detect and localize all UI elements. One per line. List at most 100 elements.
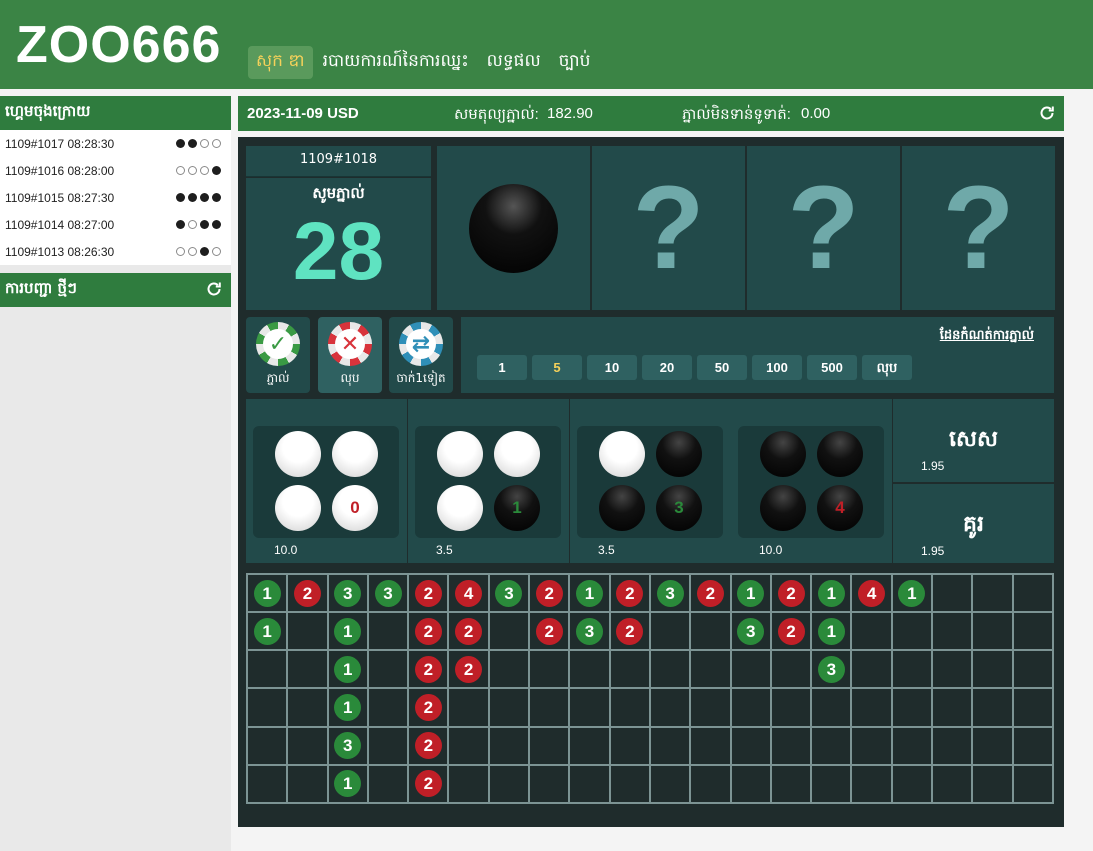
nav-item-rules[interactable]: ច្បាប់ <box>551 46 599 79</box>
unknown-result: ? <box>787 162 860 294</box>
amount-button-50[interactable]: 50 <box>697 355 747 380</box>
option-odds: 10.0 <box>274 543 298 557</box>
road-row: 1122232321 <box>245 611 1055 652</box>
recent-games-header: ហ្គេមចុងក្រោយ <box>0 96 231 130</box>
road-cell: 3 <box>729 611 772 652</box>
recent-game-row[interactable]: 1109#1015 08:27:30 <box>0 184 231 211</box>
road-result-green: 1 <box>576 579 604 607</box>
road-cell: 3 <box>810 649 853 690</box>
recent-game-row[interactable]: 1109#1016 08:28:00 <box>0 157 231 184</box>
road-result-green: 3 <box>737 617 765 645</box>
road-cell: 2 <box>608 572 651 614</box>
recent-games-title: ហ្គេមចុងក្រោយ <box>5 102 91 120</box>
round-id: 1109#1018 <box>246 146 431 177</box>
road-cell <box>689 611 732 652</box>
amount-clear-button[interactable]: លុប <box>862 355 912 380</box>
amount-button-20[interactable]: 20 <box>642 355 692 380</box>
amount-button-100[interactable]: 100 <box>752 355 802 380</box>
road-cell <box>850 649 893 690</box>
result-dots <box>176 193 221 202</box>
nav-item-game[interactable]: សុក ឌា <box>248 45 313 79</box>
road-cell: 3 <box>326 725 369 766</box>
road-cell <box>810 763 853 805</box>
rebet-button[interactable]: ⇄ ចាក់1ទៀត <box>389 317 453 393</box>
road-cell <box>729 687 772 728</box>
road-cell <box>931 763 974 805</box>
road-row: 12332432123212141 <box>245 572 1055 614</box>
result-slot-2: ? <box>592 146 745 310</box>
bet-odd[interactable]: សេស 1.95 <box>893 399 1054 482</box>
bet-option-0-black[interactable]: 0 10.0 <box>246 399 407 563</box>
clear-bet-button[interactable]: ✕ លុប <box>318 317 382 393</box>
road-cell <box>245 763 289 805</box>
recent-game-row[interactable]: 1109#1014 08:27:00 <box>0 211 231 238</box>
sidebar: ហ្គេមចុងក្រោយ 1109#1017 08:28:30 1109#101… <box>0 96 231 851</box>
black-dot <box>212 220 221 229</box>
amount-button-1[interactable]: 1 <box>477 355 527 380</box>
bet-option-3-black[interactable]: 3 3.5 <box>570 399 731 563</box>
ball-set: 4 <box>738 426 884 538</box>
road-row: 32 <box>245 725 1055 766</box>
road-cell <box>487 725 531 766</box>
road-result-green: 3 <box>576 617 604 645</box>
bet-option-4-black[interactable]: 4 10.0 <box>731 399 892 563</box>
road-cell: 3 <box>326 572 369 614</box>
road-cell: 1 <box>326 649 369 690</box>
chip-icon: ✕ <box>328 322 372 366</box>
road-cell <box>245 725 289 766</box>
black-ball: 3 <box>656 485 702 531</box>
road-result-red: 2 <box>535 579 563 607</box>
amount-button-10[interactable]: 10 <box>587 355 637 380</box>
road-row: 12 <box>245 763 1055 805</box>
option-odds: 10.0 <box>759 543 783 557</box>
white-ball <box>437 431 483 477</box>
white-dot <box>188 220 197 229</box>
road-result-green: 3 <box>334 732 362 760</box>
road-cell <box>568 763 611 805</box>
black-ball: 4 <box>817 485 863 531</box>
amount-button-5[interactable]: 5 <box>532 355 582 380</box>
recent-orders-title: ការបញ្ជា ថ្មីៗ <box>5 279 77 297</box>
road-cell <box>568 649 611 690</box>
bet-limit-link[interactable]: ដែនកំណត់ការភ្នាល់ <box>940 327 1034 346</box>
option-odds: 3.5 <box>598 543 615 557</box>
road-cell <box>608 687 651 728</box>
black-dot <box>188 139 197 148</box>
result-dots <box>176 220 221 229</box>
recent-game-row[interactable]: 1109#1013 08:26:30 <box>0 238 231 265</box>
result-dots <box>176 166 221 175</box>
road-cell <box>769 763 813 805</box>
road-result-red: 2 <box>414 617 442 645</box>
repeat-icon: ⇄ <box>406 329 436 359</box>
road-cell <box>608 763 651 805</box>
ball-set: 0 <box>253 426 399 538</box>
white-ball <box>437 485 483 531</box>
bet-option-1-black[interactable]: 1 3.5 <box>408 399 569 563</box>
road-cell: 1 <box>326 687 369 728</box>
road-cell: 2 <box>286 572 329 614</box>
place-bet-button[interactable]: ✓ ភ្នាល់ <box>246 317 310 393</box>
black-dot <box>212 193 221 202</box>
recent-game-id: 1109#1017 08:28:30 <box>5 136 115 151</box>
road-cell <box>769 687 813 728</box>
road-cell <box>971 572 1014 614</box>
amount-button-500[interactable]: 500 <box>807 355 857 380</box>
recent-game-row[interactable]: 1109#1017 08:28:30 <box>0 130 231 157</box>
road-cell <box>850 611 893 652</box>
white-ball: 0 <box>332 485 378 531</box>
refresh-icon[interactable] <box>205 280 223 298</box>
black-dot <box>176 220 185 229</box>
road-cell: 2 <box>608 611 651 652</box>
refresh-icon[interactable] <box>1038 104 1056 122</box>
nav-item-win-report[interactable]: របាយការណ៍នៃការឈ្នះ <box>315 46 477 79</box>
road-cell: 2 <box>407 572 450 614</box>
road-cell <box>487 763 531 805</box>
road-cell: 2 <box>447 611 490 652</box>
nav-item-results[interactable]: លទ្ធផល <box>479 46 549 79</box>
road-result-red: 2 <box>616 617 644 645</box>
road-cell <box>971 611 1014 652</box>
road-cell <box>890 687 934 728</box>
bet-even[interactable]: គូរ 1.95 <box>893 484 1054 563</box>
road-cell <box>931 649 974 690</box>
road-cell <box>769 649 813 690</box>
